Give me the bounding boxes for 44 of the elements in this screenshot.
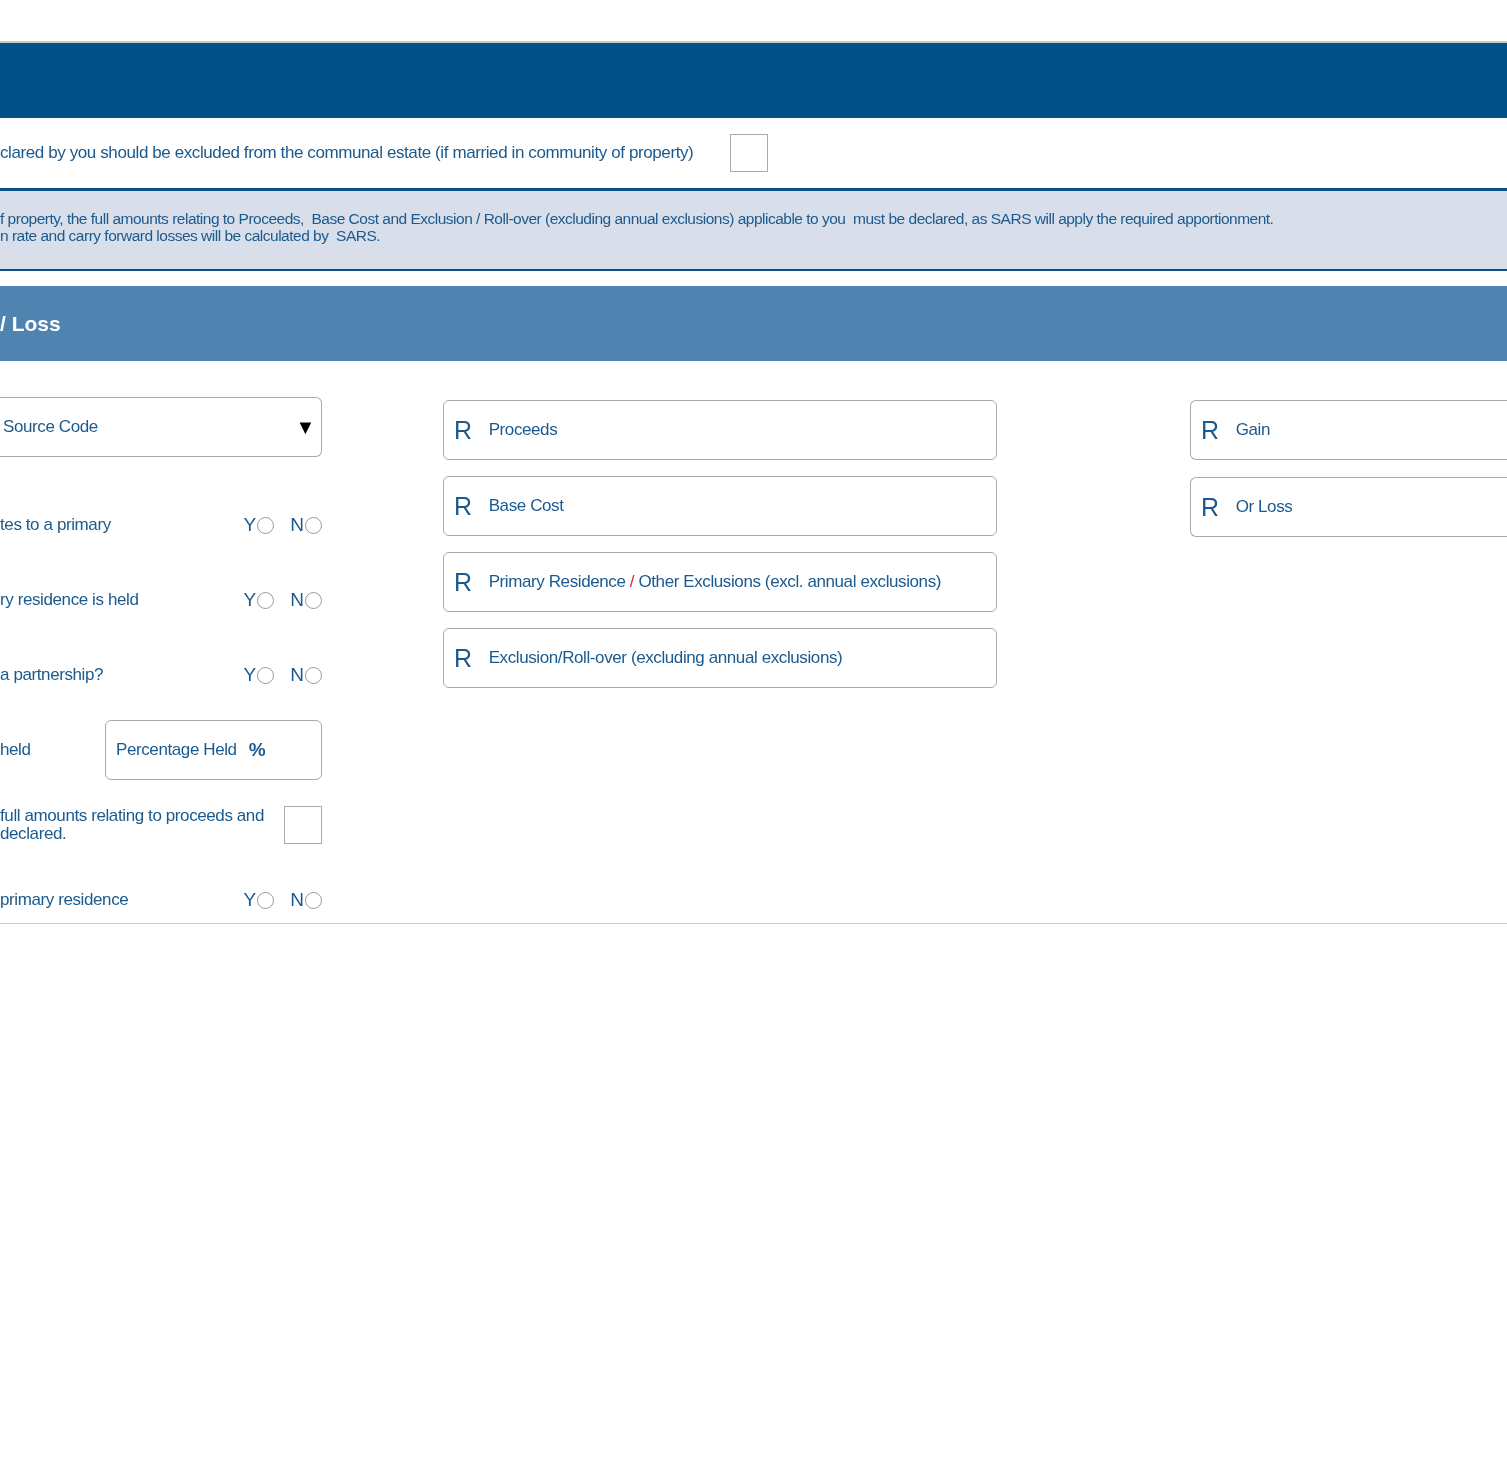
currency-symbol: R (1201, 492, 1219, 522)
checkbox[interactable] (284, 806, 322, 844)
radio-button[interactable]: N (290, 664, 322, 686)
currency-symbol: R (1201, 415, 1219, 445)
question-label: full amounts relating to proceeds and declared. (0, 807, 264, 843)
exclusion-label: clared by you should be excluded from the communal estate (if married in community of property) (0, 143, 694, 163)
radio-button[interactable]: Y (243, 664, 275, 686)
question-label: a partnership? (0, 666, 104, 684)
radio-button[interactable]: Y (243, 514, 275, 536)
field-placeholder: Percentage Held (116, 740, 237, 760)
field-placeholder: Primary Residence / Other Exclusions (excl. annual exclusions) (488, 572, 941, 592)
field-placeholder: Gain (1235, 420, 1270, 440)
currency-symbol: R (454, 491, 472, 521)
question-label: tes to a primary (0, 516, 111, 534)
radio-button[interactable]: Y (243, 889, 275, 911)
caret-icon: ▼ (295, 415, 315, 439)
notice-text: n rate and carry forward losses will be calculated by SARS. (0, 227, 382, 244)
field-placeholder: Base Cost (488, 496, 564, 516)
question-label: ry residence is held (0, 591, 139, 609)
dropdown-placeholder: Source Code (3, 417, 98, 437)
amount-field[interactable]: R Gain (1190, 400, 1507, 460)
question-label: held (0, 741, 31, 759)
section-title: / Loss (0, 311, 61, 336)
percent-sign: % (248, 739, 266, 761)
percentage-field[interactable]: Percentage Held % (105, 720, 322, 780)
radio-button[interactable]: N (290, 889, 322, 911)
field-placeholder: Proceeds (488, 420, 558, 440)
amount-field[interactable]: R Base Cost (443, 476, 997, 536)
question-label: primary residence (0, 891, 129, 909)
amount-field[interactable]: R Or Loss (1190, 477, 1507, 537)
currency-symbol: R (454, 643, 472, 673)
currency-symbol: R (454, 567, 472, 597)
currency-symbol: R (454, 415, 472, 445)
amount-field[interactable]: R Exclusion/Roll-over (excluding annual exclusions) (443, 628, 997, 688)
field-placeholder: Exclusion/Roll-over (excluding annual exclusions) (488, 648, 843, 668)
checkbox[interactable] (730, 134, 769, 172)
field-placeholder: Or Loss (1235, 497, 1293, 517)
radio-button[interactable]: Y (243, 589, 275, 611)
source-code-dropdown[interactable]: Source Code ▼ (0, 397, 322, 457)
radio-button[interactable]: N (290, 589, 322, 611)
amount-field[interactable]: R Primary Residence / Other Exclusions (excl. annual exclusions) (443, 552, 997, 612)
radio-button[interactable]: N (290, 514, 322, 536)
notice-text: f property, the full amounts relating to Proceeds, Base Cost and Exclusion / Roll-over (excluding annual exclusions) applicable to you must be declared, as SARS will apply the required apportionment. (0, 210, 1275, 227)
amount-field[interactable]: R Proceeds (443, 400, 997, 460)
